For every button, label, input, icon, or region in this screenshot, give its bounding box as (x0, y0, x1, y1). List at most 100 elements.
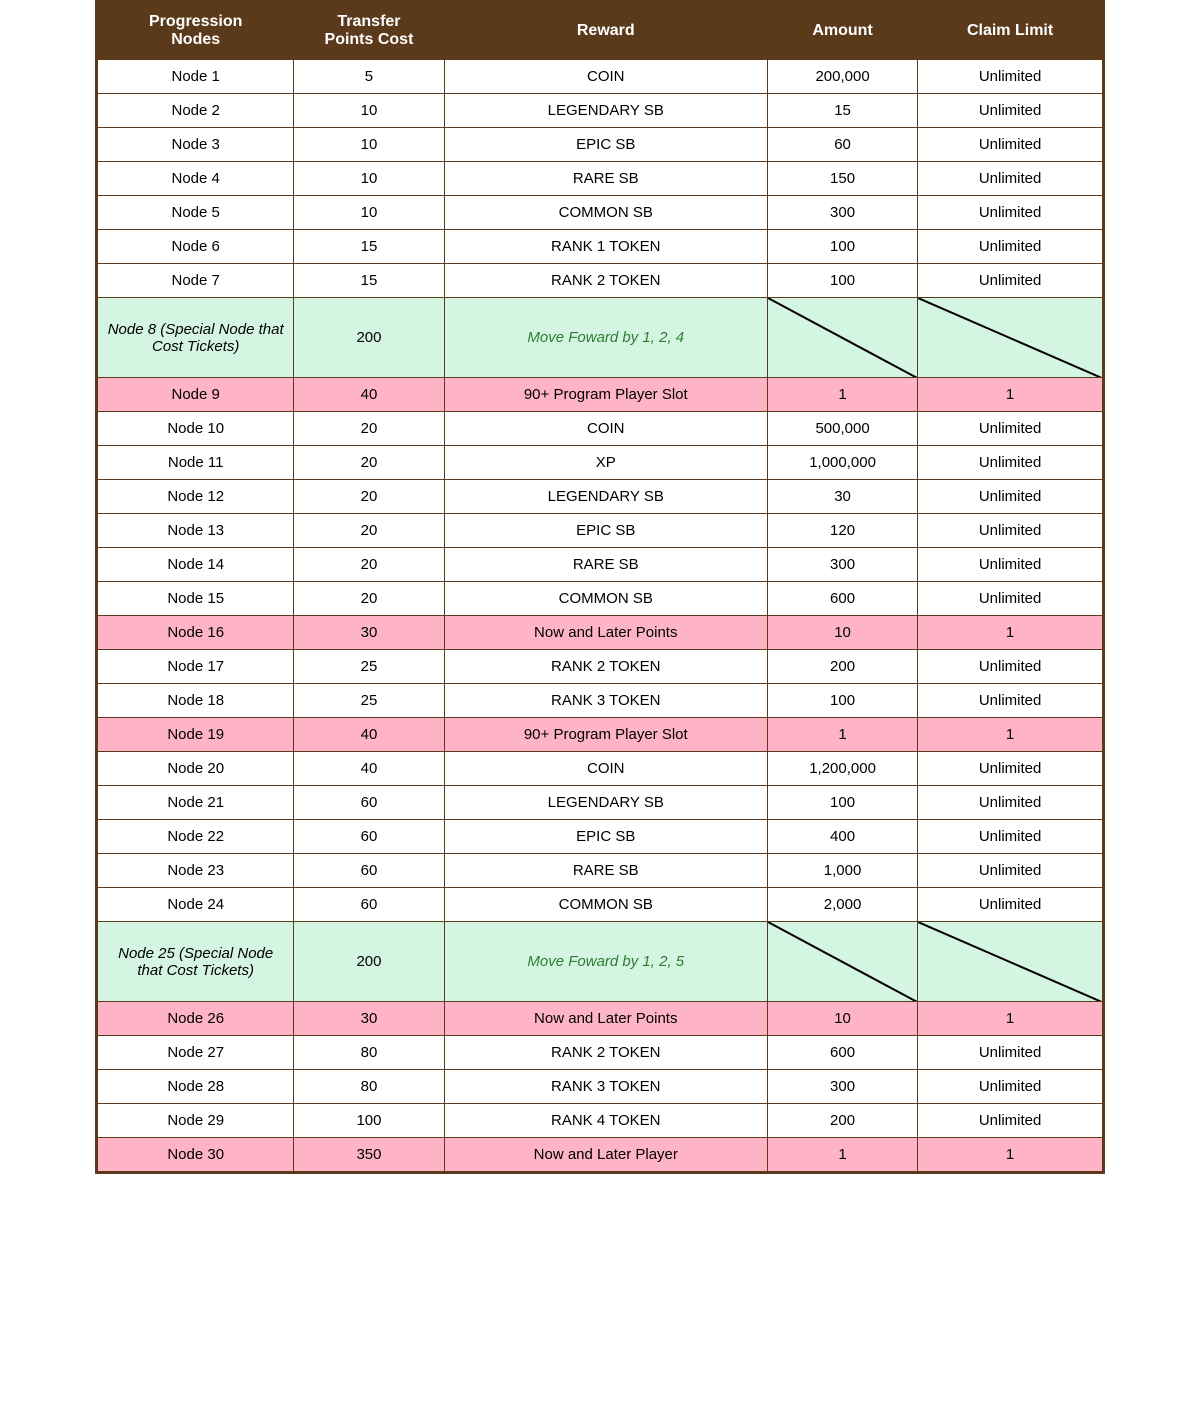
node-name-cell: Node 17 (98, 650, 294, 684)
limit-cell: Unlimited (918, 480, 1103, 514)
limit-cell: Unlimited (918, 820, 1103, 854)
node-name-cell: Node 27 (98, 1036, 294, 1070)
node-name-cell: Node 1 (98, 60, 294, 94)
cost-cell: 15 (294, 264, 444, 298)
cost-cell: 25 (294, 684, 444, 718)
table-row: Node 2260EPIC SB400Unlimited (98, 820, 1103, 854)
limit-cell: Unlimited (918, 94, 1103, 128)
amount-cell: 200 (767, 1104, 917, 1138)
limit-cell: Unlimited (918, 650, 1103, 684)
cost-cell: 40 (294, 378, 444, 412)
amount-cell (767, 298, 917, 378)
node-name-cell: Node 22 (98, 820, 294, 854)
cost-cell: 200 (294, 298, 444, 378)
node-name-cell: Node 2 (98, 94, 294, 128)
cost-cell: 20 (294, 480, 444, 514)
reward-cell: Now and Later Player (444, 1138, 767, 1172)
amount-cell: 100 (767, 230, 917, 264)
reward-cell: EPIC SB (444, 820, 767, 854)
amount-cell: 10 (767, 616, 917, 650)
reward-cell: Move Foward by 1, 2, 4 (444, 298, 767, 378)
limit-cell: Unlimited (918, 196, 1103, 230)
reward-cell: RANK 2 TOKEN (444, 650, 767, 684)
table-row: Node 1520COMMON SB600Unlimited (98, 582, 1103, 616)
node-name-cell: Node 24 (98, 888, 294, 922)
cost-cell: 30 (294, 616, 444, 650)
cost-cell: 60 (294, 888, 444, 922)
table-row: Node 1630Now and Later Points101 (98, 616, 1103, 650)
reward-cell: RANK 2 TOKEN (444, 1036, 767, 1070)
cost-cell: 10 (294, 94, 444, 128)
node-name-cell: Node 16 (98, 616, 294, 650)
cost-cell: 20 (294, 582, 444, 616)
progression-table: ProgressionNodes TransferPoints Cost Rew… (97, 2, 1103, 1172)
limit-cell: 1 (918, 378, 1103, 412)
reward-cell: Now and Later Points (444, 616, 767, 650)
amount-cell: 200 (767, 650, 917, 684)
limit-cell: Unlimited (918, 752, 1103, 786)
table-row: Node 1725RANK 2 TOKEN200Unlimited (98, 650, 1103, 684)
limit-cell: Unlimited (918, 264, 1103, 298)
cost-cell: 80 (294, 1070, 444, 1104)
node-name-cell: Node 7 (98, 264, 294, 298)
cost-cell: 10 (294, 162, 444, 196)
reward-cell: RARE SB (444, 854, 767, 888)
reward-cell: RANK 1 TOKEN (444, 230, 767, 264)
node-name-cell: Node 3 (98, 128, 294, 162)
table-row: Node 1320EPIC SB120Unlimited (98, 514, 1103, 548)
amount-cell: 500,000 (767, 412, 917, 446)
limit-cell: Unlimited (918, 1036, 1103, 1070)
table-row: Node 2880RANK 3 TOKEN300Unlimited (98, 1070, 1103, 1104)
cost-cell: 60 (294, 854, 444, 888)
table-row: Node 94090+ Program Player Slot11 (98, 378, 1103, 412)
amount-cell: 1,000 (767, 854, 917, 888)
reward-cell: RANK 3 TOKEN (444, 1070, 767, 1104)
node-name-cell: Node 8 (Special Node that Cost Tickets) (98, 298, 294, 378)
node-name-cell: Node 13 (98, 514, 294, 548)
node-name-cell: Node 26 (98, 1002, 294, 1036)
cost-cell: 20 (294, 446, 444, 480)
reward-cell: Now and Later Points (444, 1002, 767, 1036)
cost-cell: 100 (294, 1104, 444, 1138)
table-row: Node 510COMMON SB300Unlimited (98, 196, 1103, 230)
table-row: Node 310EPIC SB60Unlimited (98, 128, 1103, 162)
header-transfer: TransferPoints Cost (294, 3, 444, 60)
amount-cell: 10 (767, 1002, 917, 1036)
amount-cell: 1,000,000 (767, 446, 917, 480)
limit-cell: Unlimited (918, 230, 1103, 264)
limit-cell: Unlimited (918, 582, 1103, 616)
amount-cell: 30 (767, 480, 917, 514)
cost-cell: 10 (294, 128, 444, 162)
cost-cell: 20 (294, 548, 444, 582)
table-row: Node 615RANK 1 TOKEN100Unlimited (98, 230, 1103, 264)
cost-cell: 200 (294, 922, 444, 1002)
amount-cell: 300 (767, 196, 917, 230)
node-name-cell: Node 10 (98, 412, 294, 446)
reward-cell: RANK 2 TOKEN (444, 264, 767, 298)
limit-cell: 1 (918, 1138, 1103, 1172)
cost-cell: 20 (294, 412, 444, 446)
amount-cell (767, 922, 917, 1002)
reward-cell: COMMON SB (444, 582, 767, 616)
cost-cell: 15 (294, 230, 444, 264)
table-row: Node 25 (Special Node that Cost Tickets)… (98, 922, 1103, 1002)
table-row: Node 1220LEGENDARY SB30Unlimited (98, 480, 1103, 514)
table-row: Node 8 (Special Node that Cost Tickets)2… (98, 298, 1103, 378)
reward-cell: COIN (444, 412, 767, 446)
reward-cell: LEGENDARY SB (444, 94, 767, 128)
limit-cell: Unlimited (918, 446, 1103, 480)
amount-cell: 150 (767, 162, 917, 196)
limit-cell: Unlimited (918, 684, 1103, 718)
amount-cell: 300 (767, 548, 917, 582)
node-name-cell: Node 19 (98, 718, 294, 752)
table-row: Node 2630Now and Later Points101 (98, 1002, 1103, 1036)
cost-cell: 80 (294, 1036, 444, 1070)
node-name-cell: Node 25 (Special Node that Cost Tickets) (98, 922, 294, 1002)
amount-cell: 60 (767, 128, 917, 162)
amount-cell: 15 (767, 94, 917, 128)
amount-cell: 400 (767, 820, 917, 854)
reward-cell: RARE SB (444, 548, 767, 582)
cost-cell: 10 (294, 196, 444, 230)
header-amount: Amount (767, 3, 917, 60)
limit-cell: Unlimited (918, 888, 1103, 922)
